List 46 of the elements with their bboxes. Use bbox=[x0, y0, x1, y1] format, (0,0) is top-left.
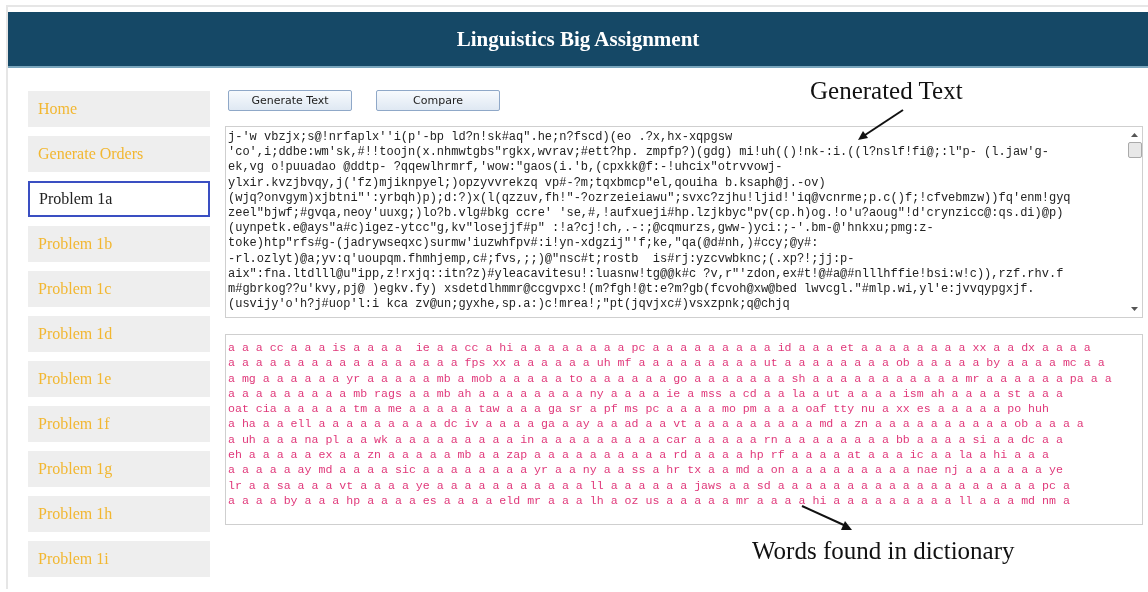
sidebar-item[interactable]: Problem 1b bbox=[28, 226, 210, 262]
text-line: oat cia a a a a a tm a me a a a a a taw a a a ga sr a pf ms pc a a a a mo pm a a a oaf tty nu a xx es a a a a a po huh bbox=[228, 401, 1050, 417]
sidebar-item[interactable]: Problem 1h bbox=[28, 496, 210, 532]
text-line: 'co',i;ddbe:wm'sk,#!!toojn(x.nhmwtgbs"rgkx,wvrav;#ett?hp. zmpfp?)(gdg) mi!uh(()!nk-:i.((l?nslf!fi@;:l"p- (l.jaw'g- bbox=[228, 145, 1050, 161]
sidebar-item[interactable]: Problem 1e bbox=[28, 361, 210, 397]
text-line: ek,vg o!puuadao @ddtp- ?qqewlhrmrf,'wow:"gaos(i.'b,(cpxkk@f:-!uhcix"otrvvowj- bbox=[228, 160, 784, 176]
text-line: (usvijy'o'h?j#uop'l:i kca zv@un;gyxhe,sp.a:)c!mrea!;"pt(jqvjxc#)vsxzpnk;q@chjq bbox=[228, 297, 791, 313]
text-line: a a a cc a a a is a a a a ie a a cc a hi a a a a a a a a pc a a a a a a a a a id a a a et a a a a a a a a xx a a dx a a a a bbox=[228, 340, 1092, 356]
annotation-label: Generated Text bbox=[810, 77, 963, 105]
generated-text-area[interactable] bbox=[225, 126, 1143, 318]
scroll-down-icon[interactable] bbox=[1130, 306, 1139, 312]
text-line: (wjq?onvgym)xjbtni"':yrbqh)p);d:?)x(l(qzzuv,fh!"-?ozrzeieiawu";svxc?zjhu!ljid!'iq@vcnrme;p.c()f;!cfvebmzw))fq'enm!gyq bbox=[228, 190, 1072, 206]
text-line: a mg a a a a a a yr a a a a a mb a mob a a a a a to a a a a a a go a a a a a a a sh a a a a a a a a a a a mr a a a a a a pa a a bbox=[228, 370, 1113, 386]
sidebar-item[interactable]: Problem 1d bbox=[28, 316, 210, 352]
text-line: a ha a a ell a a a a a a a a a dc iv a a a a ga a ay a a ad a a vt a a a a a a a a a md a zn a a a a a a a a a a ob a a a a bbox=[228, 416, 1085, 432]
sidebar-item[interactable]: Problem 1f bbox=[28, 406, 210, 442]
text-line: a a a a a ay md a a a a sic a a a a a a a a yr a a ny a a ss a hr tx a a md a on a a a a a a a a a nae nj a a a a a a ye bbox=[228, 462, 1064, 478]
dictionary-text-area[interactable] bbox=[225, 334, 1143, 525]
arrow bbox=[801, 505, 852, 530]
text-line: a a a a by a a a hp a a a a es a a a a eld mr a a a lh a oz us a a a a a mr a a a a hi a a a a a a a a a ll a a a md nm a bbox=[228, 492, 1071, 509]
text-line: a a a a a a a a a a a a a a a a a fps xx a a a a a a uh mf a a a a a a a a a ut a a a a a a a a ob a a a a a by a a a a mc a a bbox=[228, 355, 1106, 371]
scroll-up-icon[interactable] bbox=[1130, 132, 1139, 138]
text-line: a a a a a a a a a mb rags a a mb ah a a a a a a a a ny a a a a ie a mss a cd a a la a ut a a a a ism ah a a a a st a a a bbox=[228, 385, 1064, 402]
sidebar-item[interactable]: Problem 1i bbox=[28, 541, 210, 577]
text-line: eh a a a a a ex a a zn a a a a a mb a a zap a a a a a a a a a a rd a a a a hp rf a a a a at a a a ic a a la a hi a a a bbox=[228, 447, 1050, 463]
compare-button[interactable]: Compare bbox=[376, 90, 500, 111]
text-line: ylxir.kvzjbvqy,j('fz)mjiknpyel;)opzyvvrekzq vp#-?m;tqxbmcp"el,qouiha b.ksaph@j.-ov) bbox=[228, 175, 827, 191]
scroll-thumb[interactable] bbox=[1127, 142, 1142, 158]
text-line: (uynpetk.e@ays"a#c)igez-ytcc"g,kv"losejjf#p" :!a?cj!ch,.-:;@cqmurzs,gww-)yci:;-'.bm-@'hnkxu;pmg:z- bbox=[228, 221, 935, 237]
text-line: zeel"bjwf;#gvqa,neoy'uuxg;)lo?b.vlg#bkg ccre' 'se,#,!aufxueji#hp.lzjkbyc"pv(cp.h)og.!o'u?aoug"!d'crynzicc@:qs.di)@p) bbox=[228, 206, 1065, 222]
text-line: toke)htp"rfs#g-(jadrywseqxc)surmw'iuzwhfpv#:i!yn-xdgzij"'f;ke,"qa(@d#nh,)#ccy;@y#: bbox=[228, 236, 820, 252]
text-line: m#gbrkog??u'kvy,pj@ )egkv.fy) xsdetdlhmmr@ccgvpxc!(m?fgh!@t:e?m?gb(fcvoh@xw@bed lwvcgl."#mlp.wi,yl'e:jvvqypgxjf. bbox=[228, 282, 1036, 298]
text-line: lr a a sa a a a vt a a a a ye a a a a a a a a a a a ll a a a a a a jaws a a sd a a a a a a a a a a a a a a a a a a a pc a bbox=[228, 477, 1071, 493]
sidebar-item[interactable]: Problem 1a bbox=[28, 181, 210, 217]
arrow bbox=[858, 109, 904, 140]
annotation-label: Words found in dictionary bbox=[752, 537, 1015, 565]
app-title: Linguistics Big Assignment bbox=[456, 26, 700, 52]
sidebar-item[interactable]: Problem 1g bbox=[28, 451, 210, 487]
text-line: aix":fna.ltdlll@u"ipp,z!rxjq::itn?z)#yleacavitesu!:luasnw!tg@@k#c ?v,r"'zdon,ex#t!@#a@#nlllhffie!bsi:w!c)),rzf.rhv.f bbox=[228, 266, 1065, 283]
generate-button[interactable]: Generate Text bbox=[228, 90, 352, 111]
text-line: a uh a a a na pl a a wk a a a a a a a a a in a a a a a a a a a car a a a a a rn a a a a a a a a bb a a a a si a a dc a a bbox=[228, 431, 1064, 448]
sidebar-item[interactable]: Problem 1c bbox=[28, 271, 210, 307]
sidebar-item[interactable]: Home bbox=[28, 91, 210, 127]
text-line: j-'w vbzjx;s@!nrfaplx''i(p'-bp ld?n!sk#aq".he;n?fscd)(eo .?x,hx-xqpgsw bbox=[228, 130, 734, 146]
sidebar-item[interactable]: Generate Orders bbox=[28, 136, 210, 172]
text-line: -rl.ozlyt)@a;yv:q'uoupqm.fhmhjemp,c#;fvs,;;)@"nsc#t;rostb is#rj:yzcvwbknc;(.xp?!;jj:p- bbox=[228, 251, 856, 267]
